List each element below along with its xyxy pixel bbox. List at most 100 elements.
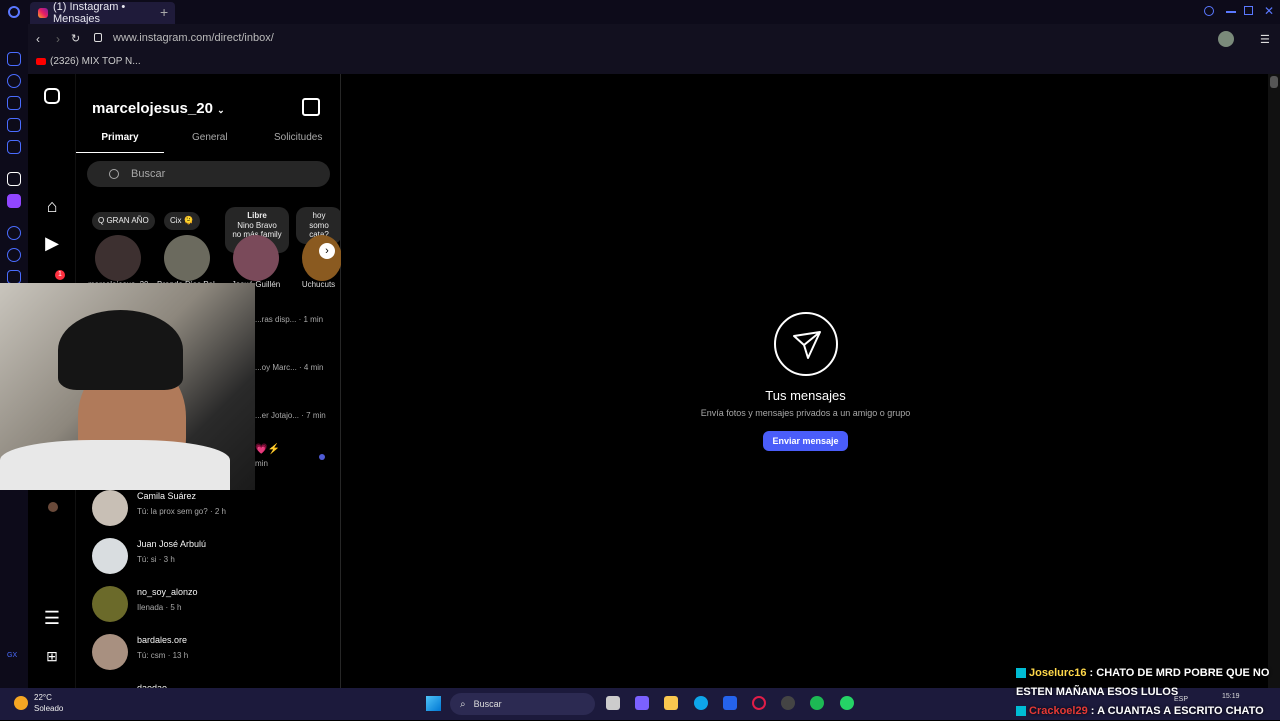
weather-label: Soleado (34, 704, 64, 713)
message-preview[interactable]: ...oy Marc... · 4 min (255, 363, 323, 372)
empty-state-subtitle: Envía fotos y mensajes privados a un ami… (700, 408, 911, 418)
sidebar-history-icon[interactable] (7, 74, 21, 88)
scrollbar[interactable] (1268, 74, 1280, 688)
story-name: Uchucuts (301, 280, 336, 289)
forward-icon[interactable]: › (56, 32, 60, 46)
conversation-row[interactable]: no_soy_alonzo Ilenada · 5 h (76, 584, 341, 632)
lock-icon (94, 33, 102, 42)
note-bubble[interactable]: Cix 🫠 (164, 212, 200, 230)
sidebar-extensions-icon[interactable] (7, 270, 21, 284)
task-view-icon[interactable] (606, 696, 620, 710)
account-switcher[interactable]: marcelojesus_20 ⌄ (92, 100, 225, 117)
message-preview[interactable]: ...er Jotajo... · 7 min (255, 411, 326, 420)
story-avatar[interactable] (233, 235, 279, 281)
avatar (92, 586, 128, 622)
note-title: Libre (247, 211, 267, 220)
chat-message: Joselurc16 : CHATO DE MRD POBRE QUE NO E… (1016, 664, 1280, 702)
profile-avatar[interactable] (48, 502, 58, 512)
message-preview[interactable]: 💗⚡ (255, 444, 280, 455)
sun-icon (14, 696, 28, 710)
home-icon[interactable]: ⌂ (42, 196, 62, 216)
conversation-name: Camila Suárez (137, 491, 197, 501)
new-tab-button[interactable]: + (160, 4, 168, 20)
spotify-icon[interactable] (810, 696, 824, 710)
conversation-row[interactable]: Camila Suárez Tú: la prox sem go? · 2 h (76, 488, 341, 536)
compose-icon[interactable] (302, 98, 320, 116)
store-icon[interactable] (723, 696, 737, 710)
conversation-name: bardales.ore (137, 635, 188, 645)
sidebar-news-icon[interactable] (7, 118, 21, 132)
sidebar-player-icon[interactable] (7, 226, 21, 240)
bookmarks-bar (28, 54, 1280, 74)
threads-icon[interactable]: ⊞ (42, 646, 62, 666)
opera-gx-icon[interactable] (752, 696, 766, 710)
menu-icon[interactable]: ☰ (1260, 33, 1270, 46)
close-icon[interactable]: ✕ (1264, 4, 1274, 18)
story-avatar[interactable] (164, 235, 210, 281)
edge-icon[interactable] (694, 696, 708, 710)
preview-text: ...er Jotajo... (255, 411, 300, 420)
sidebar-m-icon[interactable] (7, 140, 21, 154)
bookmark-item[interactable]: (2326) MIX TOP N... (36, 56, 141, 67)
weather-widget[interactable]: 22°C Soleado (34, 692, 63, 714)
tab-requests[interactable]: Solicitudes (274, 132, 322, 143)
story-avatar[interactable] (95, 235, 141, 281)
more-menu-icon[interactable]: ☰ (42, 608, 62, 628)
taskbar-search[interactable]: ⌕ Buscar (450, 693, 595, 715)
instagram-logo-icon[interactable] (44, 88, 60, 104)
maximize-icon[interactable] (1244, 6, 1253, 15)
url-field[interactable]: www.instagram.com/direct/inbox/ (113, 32, 274, 44)
profile-avatar[interactable] (1218, 31, 1234, 47)
tab-primary[interactable]: Primary (76, 132, 164, 153)
gx-label: GX (7, 652, 18, 659)
browser-tab[interactable]: (1) Instagram • Mensajes (30, 1, 175, 25)
preview-time: · 4 min (299, 363, 324, 372)
scrollbar-thumb[interactable] (1270, 76, 1278, 88)
tab-title: (1) Instagram • Mensajes (52, 1, 126, 25)
empty-state-title: Tus mensajes (765, 388, 846, 403)
browser-title-bar (0, 0, 1280, 24)
note-sub: Nino Bravo (237, 220, 277, 230)
whatsapp-icon[interactable] (840, 696, 854, 710)
sidebar-bag-icon[interactable] (7, 96, 21, 110)
unread-dot (319, 454, 325, 460)
minimize-icon[interactable] (1226, 11, 1236, 13)
avatar (92, 634, 128, 670)
search-placeholder: Buscar (131, 168, 166, 180)
obs-icon[interactable] (781, 696, 795, 710)
back-icon[interactable]: ‹ (36, 32, 40, 46)
message-preview[interactable]: ...ras disp... · 1 min (255, 315, 323, 324)
sidebar-clock-icon[interactable] (7, 248, 21, 262)
reload-icon[interactable]: ↻ (71, 32, 80, 45)
preview-time: · 7 min (301, 411, 326, 420)
conversation-row[interactable]: bardales.ore Tú: csm · 13 h (76, 632, 341, 680)
preview-text: Tú: la prox sem go? (137, 507, 208, 516)
conversation-row[interactable]: daedae (76, 680, 341, 688)
chat-badge-icon (1016, 668, 1026, 679)
windows-start-icon[interactable] (426, 696, 441, 711)
file-explorer-icon[interactable] (664, 696, 678, 710)
send-message-button[interactable]: Enviar mensaje (763, 431, 848, 451)
preview-time: · 5 h (165, 603, 182, 612)
sidebar-twitch-icon[interactable] (7, 194, 21, 208)
sidebar-messenger-icon[interactable] (7, 52, 21, 66)
story-avatar[interactable] (302, 235, 342, 281)
preview-time: · 2 h (209, 507, 226, 516)
search-icon[interactable] (1204, 6, 1214, 16)
webcam-cap (58, 310, 183, 390)
opera-logo-icon[interactable] (8, 6, 20, 18)
avatar (92, 538, 128, 574)
search-input[interactable]: Buscar (87, 161, 330, 187)
reels-icon[interactable]: ▶ (42, 233, 62, 253)
tab-general[interactable]: General (192, 132, 228, 143)
avatar (92, 490, 128, 526)
username: marcelojesus_20 (92, 100, 213, 117)
copilot-icon[interactable] (635, 696, 649, 710)
chevron-right-icon[interactable]: › (319, 243, 335, 259)
chat-user: Joselurc16 (1029, 667, 1087, 679)
preview-time: · 3 h (158, 555, 175, 564)
sidebar-aria-icon[interactable] (7, 172, 21, 186)
conversation-row[interactable]: Juan José Arbulú Tú: si · 3 h (76, 536, 341, 584)
note-bubble[interactable]: Q GRAN AÑO (92, 212, 155, 230)
preview-time: · 1 min (298, 315, 324, 324)
